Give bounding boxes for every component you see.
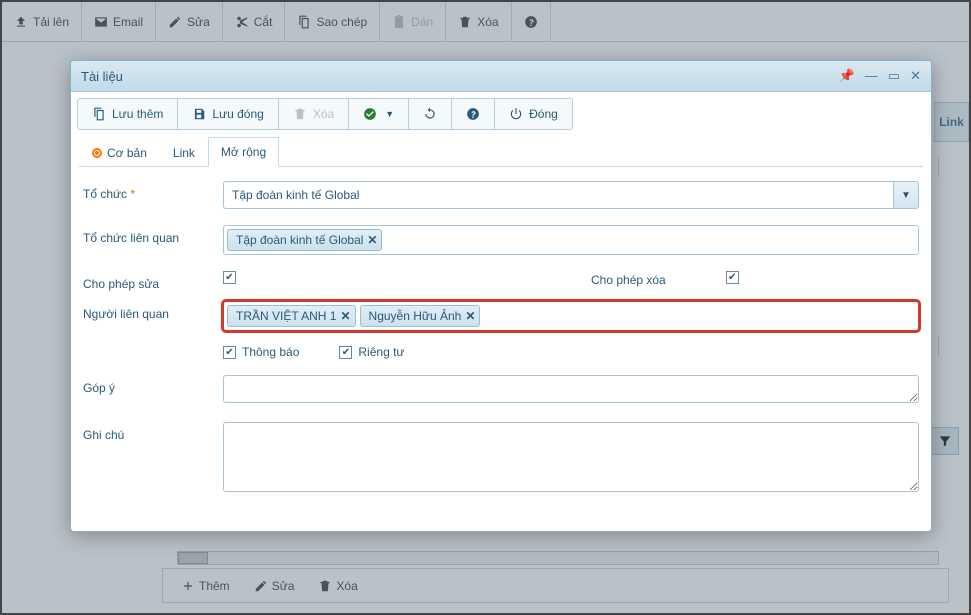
label-note: Ghi chú (83, 422, 223, 442)
note-textarea[interactable] (223, 422, 919, 492)
modal-toolbar: Lưu thêm Lưu đóng Xóa ▼ Đóng (71, 92, 931, 136)
restore-icon[interactable]: ▭ (888, 68, 900, 84)
tag-person-1: Nguyễn Hữu Ảnh ✕ (360, 305, 481, 327)
label-feedback: Góp ý (83, 375, 223, 395)
help-button[interactable] (452, 99, 495, 129)
help-icon (466, 107, 480, 121)
remove-tag-icon[interactable]: ✕ (465, 309, 475, 323)
org-select-dropdown[interactable]: ▼ (893, 181, 919, 209)
notify-checkbox[interactable] (223, 346, 236, 359)
remove-tag-icon[interactable]: ✕ (367, 233, 377, 247)
tab-bar: Cơ bản Link Mở rộng (79, 136, 923, 167)
label-notify: Thông báo (242, 345, 299, 359)
save-close-button[interactable]: Lưu đóng (178, 99, 278, 129)
label-allow-edit: Cho phép sửa (83, 271, 223, 291)
copy-icon (92, 107, 106, 121)
label-org: Tổ chức * (83, 181, 223, 201)
org-select-input[interactable] (223, 181, 893, 209)
modal-body: Cơ bản Link Mở rộng Tổ chức * ▼ (71, 136, 931, 531)
private-checkbox[interactable] (339, 346, 352, 359)
tag-person-0: TRẦN VIỆT ANH 1 ✕ (227, 305, 356, 327)
delete-button[interactable]: Xóa (279, 99, 349, 129)
chevron-down-icon: ▼ (385, 109, 394, 119)
feedback-textarea[interactable] (223, 375, 919, 403)
power-icon (509, 107, 523, 121)
label-allow-delete: Cho phép xóa (591, 271, 666, 287)
close-button[interactable]: Đóng (495, 99, 572, 129)
row-note: Ghi chú (79, 422, 923, 495)
row-org: Tổ chức * ▼ (79, 181, 923, 209)
row-related-org: Tổ chức liên quan Tập đoàn kinh tế Globa… (79, 225, 923, 255)
row-feedback: Góp ý (79, 375, 923, 406)
row-permissions: Cho phép sửa Cho phép xóa (79, 271, 923, 291)
refresh-button[interactable] (409, 99, 452, 129)
remove-tag-icon[interactable]: ✕ (340, 309, 350, 323)
radio-icon (92, 148, 102, 158)
tag-related-org-0: Tập đoàn kinh tế Global ✕ (227, 229, 382, 251)
check-circle-icon (363, 107, 377, 121)
related-org-tagbox[interactable]: Tập đoàn kinh tế Global ✕ (223, 225, 919, 255)
label-related-people: Người liên quan (83, 301, 223, 321)
allow-delete-checkbox[interactable] (726, 271, 739, 284)
save-icon (192, 107, 206, 121)
label-private: Riêng tư (358, 345, 404, 359)
document-modal: Tài liệu 📌 — ▭ ✕ Lưu thêm Lưu đóng Xóa (70, 60, 932, 532)
chevron-down-icon: ▼ (901, 190, 911, 201)
allow-edit-checkbox[interactable] (223, 271, 236, 284)
modal-title-text: Tài liệu (81, 69, 123, 84)
save-more-button[interactable]: Lưu thêm (78, 99, 178, 129)
people-tagbox[interactable]: TRẦN VIỆT ANH 1 ✕ Nguyễn Hữu Ảnh ✕ (223, 301, 919, 331)
label-related-org: Tổ chức liên quan (83, 225, 223, 245)
row-people: Người liên quan TRẦN VIỆT ANH 1 ✕ Nguyễn… (79, 301, 923, 359)
tab-basic[interactable]: Cơ bản (79, 137, 160, 167)
refresh-icon (423, 107, 437, 121)
modal-titlebar[interactable]: Tài liệu 📌 — ▭ ✕ (71, 61, 931, 92)
minimize-icon[interactable]: — (865, 68, 878, 84)
tab-link[interactable]: Link (160, 137, 208, 167)
trash-icon (293, 107, 307, 121)
tab-extended[interactable]: Mở rộng (208, 137, 279, 167)
pin-icon[interactable]: 📌 (839, 68, 855, 84)
check-dropdown-button[interactable]: ▼ (349, 99, 409, 129)
close-icon[interactable]: ✕ (910, 68, 921, 84)
